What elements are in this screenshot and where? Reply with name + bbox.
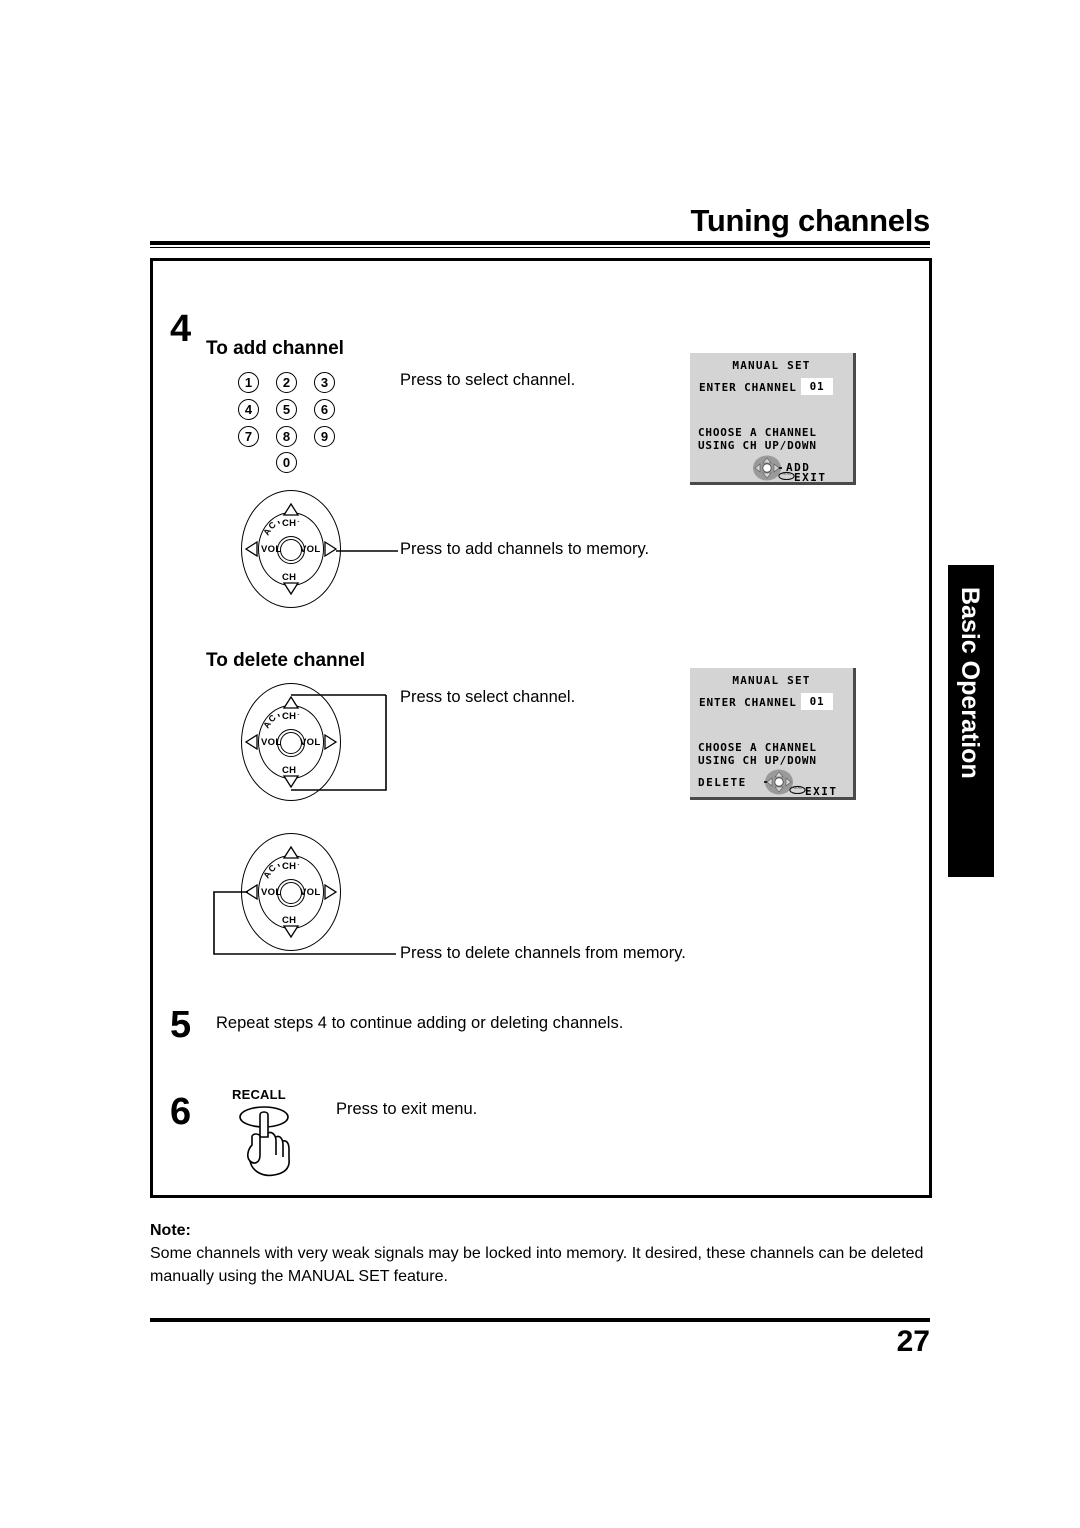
manual-page: Tuning channels Basic Operation 4 To add… bbox=[0, 0, 1080, 1528]
action-label: ACTION bbox=[263, 521, 302, 537]
keypad-key-4[interactable]: 4 bbox=[238, 399, 259, 420]
osd-title-delete: MANUAL SET bbox=[732, 674, 811, 687]
page-title: Tuning channels bbox=[690, 203, 931, 238]
subheading-to-add-channel: To add channel bbox=[206, 338, 344, 359]
note-heading: Note: bbox=[150, 1222, 191, 1239]
osd-hint-add: CHOOSE A CHANNEL USING CH UP/DOWN bbox=[698, 426, 817, 452]
keypad-key-7[interactable]: 7 bbox=[238, 426, 259, 447]
control-pad-add[interactable]: CH CH VOL VOL ACTION bbox=[232, 490, 350, 608]
osd-field-label-delete: ENTER CHANNEL : bbox=[699, 696, 812, 709]
svg-text:RECALL: RECALL bbox=[793, 786, 803, 789]
keypad-key-6[interactable]: 6 bbox=[314, 399, 335, 420]
osd-panel-add: MANUAL SET ENTER CHANNEL : 01 CHOOSE A C… bbox=[690, 353, 856, 485]
keypad-key-9[interactable]: 9 bbox=[314, 426, 335, 447]
keypad-key-3[interactable]: 3 bbox=[314, 372, 335, 393]
osd-title-add: MANUAL SET bbox=[732, 359, 811, 372]
caption-delete-channels-from-memory: Press to delete channels from memory. bbox=[400, 944, 686, 962]
osd-channel-value-delete: 01 bbox=[801, 693, 833, 710]
osd-exit-label-delete: EXIT bbox=[805, 785, 838, 798]
svg-text:RECALL: RECALL bbox=[782, 472, 792, 475]
osd-hint-line2-add: USING CH UP/DOWN bbox=[698, 438, 817, 452]
osd-channel-value-add: 01 bbox=[801, 378, 833, 395]
step-number-4: 4 bbox=[170, 308, 192, 350]
osd-hint-delete: CHOOSE A CHANNEL USING CH UP/DOWN bbox=[698, 741, 817, 767]
caption-select-channel-add: Press to select channel. bbox=[400, 371, 576, 389]
caption-add-channels-to-memory: Press to add channels to memory. bbox=[400, 540, 650, 558]
connector-select-channel-delete bbox=[291, 694, 387, 791]
recall-button-label: RECALL bbox=[232, 1087, 286, 1102]
section-tab-basic-operation: Basic Operation bbox=[948, 565, 994, 877]
osd-field-label-add: ENTER CHANNEL : bbox=[699, 381, 812, 394]
action-label: ACTION bbox=[263, 864, 302, 880]
osd-hint-line1-add: CHOOSE A CHANNEL bbox=[698, 426, 817, 439]
osd-hint-line2-delete: USING CH UP/DOWN bbox=[698, 753, 817, 767]
control-pad-arrows bbox=[244, 502, 338, 596]
keypad-key-8[interactable]: 8 bbox=[276, 426, 297, 447]
keypad-key-2[interactable]: 2 bbox=[276, 372, 297, 393]
keypad-key-0[interactable]: 0 bbox=[276, 452, 297, 473]
note-body: Some channels with very weak signals may… bbox=[150, 1245, 924, 1285]
numeric-keypad[interactable]: 1 2 3 4 5 6 7 8 9 0 bbox=[232, 368, 342, 473]
keypad-key-5[interactable]: 5 bbox=[276, 399, 297, 420]
connector-add-to-memory bbox=[336, 550, 398, 552]
svg-text:ACTION: ACTION bbox=[263, 864, 302, 880]
osd-recall-button-icon-delete: RECALL bbox=[789, 785, 806, 794]
connector-delete-from-memory bbox=[213, 891, 396, 955]
caption-select-channel-delete: Press to select channel. bbox=[400, 688, 576, 706]
subheading-to-delete-channel: To delete channel bbox=[206, 650, 366, 671]
svg-text:ACTION: ACTION bbox=[263, 521, 302, 537]
section-tab-label: Basic Operation bbox=[956, 587, 984, 779]
hand-pressing-recall-icon bbox=[239, 1106, 290, 1177]
header-divider bbox=[150, 241, 930, 248]
osd-exit-label-add: EXIT bbox=[794, 471, 827, 484]
page-number: 27 bbox=[896, 1325, 930, 1358]
step-5-text: Repeat steps 4 to continue adding or del… bbox=[216, 1014, 624, 1032]
step-number-6: 6 bbox=[170, 1091, 192, 1133]
footer-divider bbox=[150, 1318, 930, 1322]
osd-delete-label: DELETE bbox=[698, 776, 747, 789]
keypad-key-1[interactable]: 1 bbox=[238, 372, 259, 393]
step-number-5: 5 bbox=[170, 1004, 192, 1046]
osd-hint-line1-delete: CHOOSE A CHANNEL bbox=[698, 741, 817, 754]
osd-panel-delete: MANUAL SET ENTER CHANNEL : 01 CHOOSE A C… bbox=[690, 668, 856, 800]
osd-recall-button-icon-add: RECALL bbox=[778, 471, 795, 480]
step-6-text: Press to exit menu. bbox=[336, 1100, 478, 1118]
